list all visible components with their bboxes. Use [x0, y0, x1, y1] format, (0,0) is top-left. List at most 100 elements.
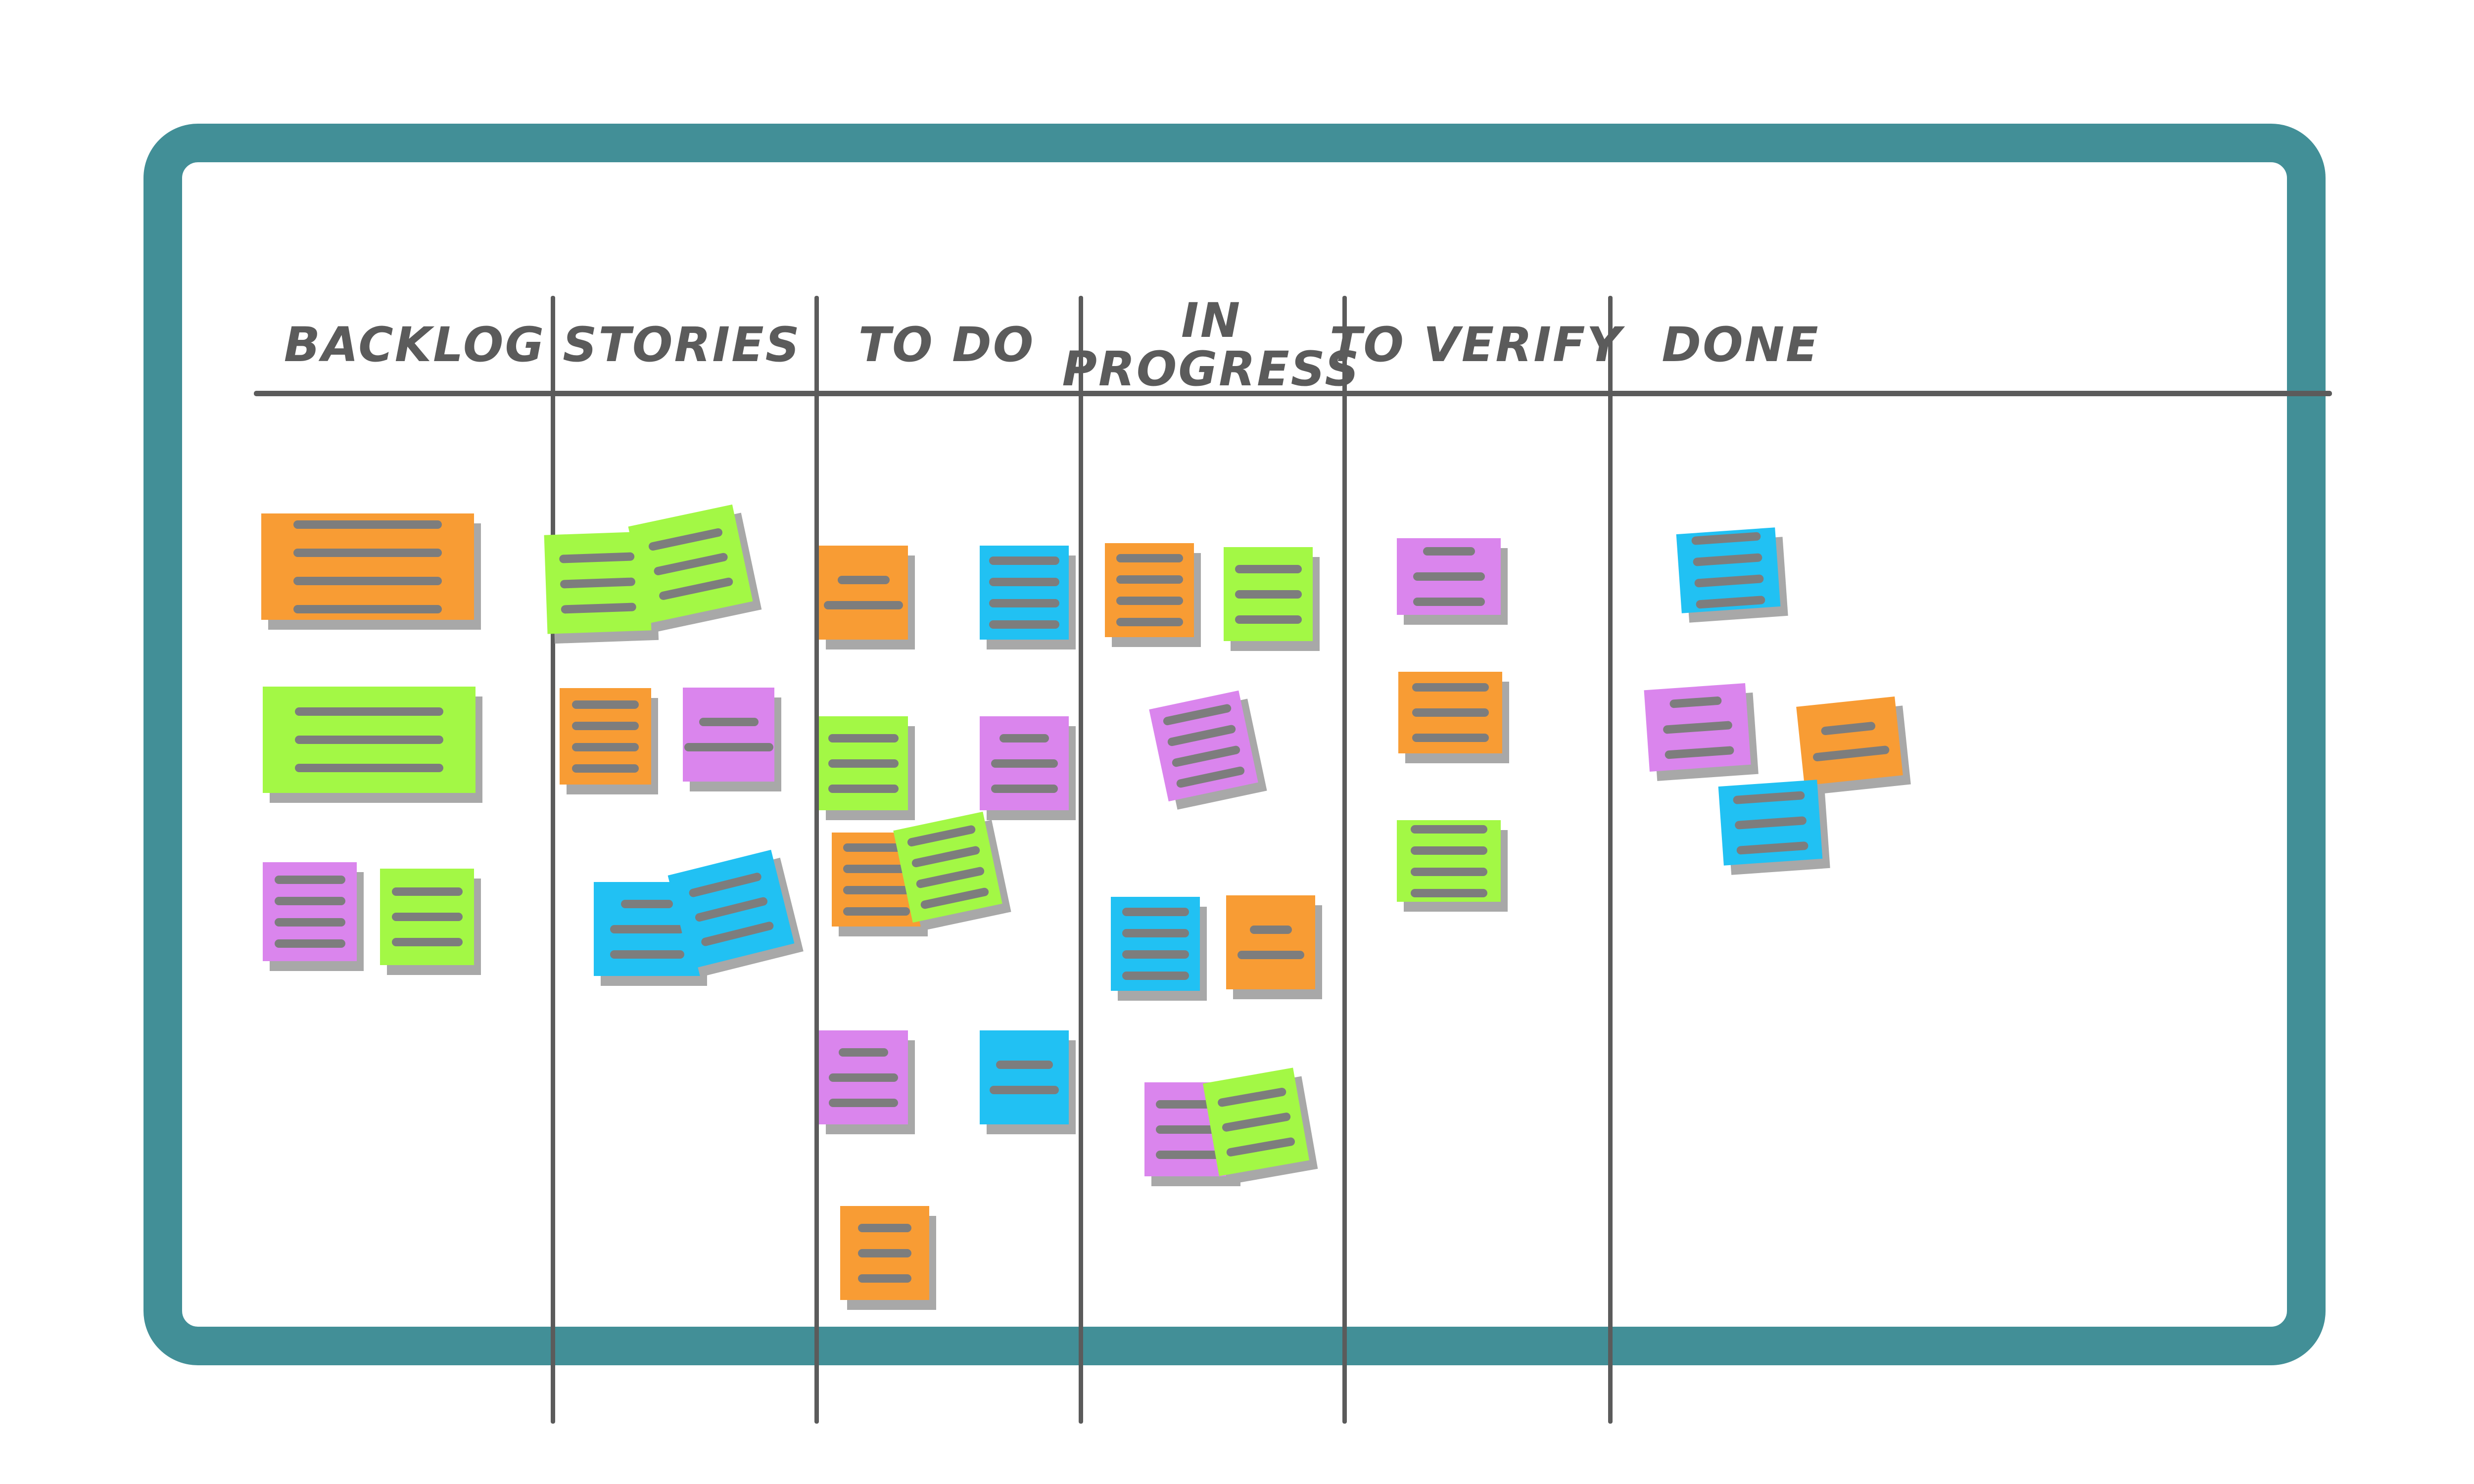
- sticky-note-text-line: [999, 734, 1049, 742]
- sticky-note-text-line: [919, 887, 990, 910]
- sticky-note[interactable]: [1105, 543, 1201, 647]
- sticky-note-text-lines: [980, 734, 1069, 793]
- sticky-note-body[interactable]: [819, 546, 908, 640]
- sticky-note-text-line: [996, 1061, 1053, 1069]
- sticky-note-text-line: [1221, 1112, 1291, 1132]
- sticky-note-body[interactable]: [560, 688, 651, 785]
- sticky-note-body[interactable]: [261, 513, 474, 620]
- sticky-note[interactable]: [1202, 1067, 1318, 1185]
- sticky-note-body[interactable]: [1105, 543, 1194, 637]
- sticky-note-text-line: [829, 1098, 898, 1107]
- sticky-note[interactable]: [819, 1030, 915, 1134]
- sticky-note[interactable]: [263, 862, 364, 971]
- sticky-note[interactable]: [1644, 683, 1759, 781]
- sticky-note-text-line: [274, 918, 345, 927]
- sticky-note[interactable]: [1111, 897, 1207, 1001]
- sticky-note-body[interactable]: [1226, 895, 1315, 989]
- column-header-done[interactable]: DONE: [1543, 321, 1939, 370]
- sticky-note-body[interactable]: [1224, 547, 1313, 641]
- sticky-note-body[interactable]: [1796, 696, 1903, 786]
- sticky-note[interactable]: [683, 688, 781, 791]
- sticky-note[interactable]: [560, 688, 658, 794]
- sticky-note-text-lines: [672, 868, 790, 951]
- sticky-note-text-line: [694, 896, 768, 923]
- sticky-note-text-line: [684, 743, 773, 751]
- sticky-note-body[interactable]: [1398, 672, 1502, 753]
- sticky-note[interactable]: [1718, 780, 1830, 875]
- sticky-note-body[interactable]: [1202, 1067, 1310, 1176]
- sticky-note[interactable]: [667, 849, 804, 977]
- sticky-note[interactable]: [980, 546, 1076, 649]
- sticky-note-text-line: [1162, 703, 1232, 726]
- sticky-note-text-lines: [1397, 825, 1501, 897]
- sticky-note-body[interactable]: [263, 687, 476, 793]
- sticky-note-text-line: [1217, 1087, 1287, 1108]
- sticky-note[interactable]: [819, 716, 915, 820]
- sticky-note-text-line: [843, 907, 910, 916]
- sticky-note[interactable]: [1398, 672, 1509, 763]
- sticky-note[interactable]: [1796, 696, 1911, 795]
- sticky-note-text-line: [1696, 595, 1765, 609]
- sticky-note[interactable]: [1226, 895, 1322, 999]
- sticky-note-text-line: [828, 734, 899, 742]
- sticky-note-text-line: [1116, 597, 1183, 605]
- sticky-note-body[interactable]: [380, 869, 474, 965]
- sticky-note-text-line: [1116, 575, 1183, 584]
- sticky-note-body[interactable]: [1644, 683, 1751, 772]
- sticky-note-text-line: [572, 742, 639, 751]
- column-divider-after-todo: [1079, 296, 1083, 1424]
- sticky-note-body[interactable]: [980, 1030, 1069, 1124]
- sticky-note[interactable]: [1149, 690, 1267, 810]
- sticky-note-body[interactable]: [980, 546, 1069, 640]
- sticky-note-body[interactable]: [1718, 780, 1823, 866]
- sticky-note-text-lines: [1645, 695, 1750, 760]
- sticky-note[interactable]: [819, 546, 915, 649]
- sticky-note[interactable]: [980, 1030, 1076, 1134]
- sticky-note-text-lines: [980, 556, 1069, 629]
- sticky-note-text-line: [858, 1249, 911, 1257]
- sticky-note-body[interactable]: [1676, 527, 1781, 613]
- sticky-note-body[interactable]: [1111, 897, 1200, 991]
- sticky-note[interactable]: [980, 716, 1076, 820]
- sticky-note-body[interactable]: [1397, 820, 1501, 902]
- sticky-note[interactable]: [261, 513, 481, 630]
- sticky-note-text-line: [610, 925, 684, 933]
- sticky-note-body[interactable]: [840, 1206, 929, 1300]
- sticky-note-text-line: [915, 866, 985, 889]
- sticky-note[interactable]: [380, 869, 481, 975]
- sticky-note-text-lines: [1719, 790, 1822, 856]
- sticky-note-text-line: [1412, 734, 1489, 742]
- sticky-note[interactable]: [893, 811, 1011, 931]
- sticky-note-text-lines: [380, 887, 474, 946]
- sticky-note-text-line: [1410, 825, 1487, 834]
- sticky-note-text-line: [824, 601, 903, 609]
- sticky-note-text-line: [1225, 1136, 1295, 1157]
- sticky-note-text-line: [293, 576, 442, 585]
- sticky-note[interactable]: [1397, 820, 1508, 912]
- sticky-note-body[interactable]: [819, 716, 908, 810]
- sticky-note-text-line: [1122, 908, 1189, 916]
- sticky-note-text-lines: [980, 1061, 1069, 1094]
- sticky-note-text-line: [610, 950, 684, 959]
- sticky-note-body[interactable]: [1397, 538, 1501, 615]
- sticky-note-text-line: [560, 577, 636, 589]
- sticky-note[interactable]: [263, 687, 482, 803]
- column-divider-after-to_verify: [1608, 296, 1613, 1424]
- sticky-note-body[interactable]: [893, 811, 1002, 923]
- sticky-note[interactable]: [1397, 538, 1508, 625]
- sticky-note-text-line: [839, 1048, 888, 1057]
- sticky-note[interactable]: [840, 1206, 936, 1310]
- sticky-note-body[interactable]: [980, 716, 1069, 810]
- sticky-note-text-lines: [819, 1048, 908, 1107]
- sticky-note-body[interactable]: [263, 862, 357, 961]
- sticky-note-body[interactable]: [683, 688, 774, 782]
- sticky-note-body[interactable]: [819, 1030, 908, 1124]
- sticky-note-body[interactable]: [1149, 690, 1258, 802]
- sticky-note[interactable]: [628, 504, 762, 632]
- sticky-note[interactable]: [1676, 527, 1788, 623]
- kanban-board-surface: BACKLOG STORIES TO DO IN PROGRESS TO VERIFY D…: [182, 162, 2332, 1424]
- kanban-board-frame: BACKLOG STORIES TO DO IN PROGRESS TO VERIFY D…: [143, 124, 2332, 1424]
- sticky-note-text-line: [572, 721, 639, 730]
- sticky-note-text-line: [295, 736, 443, 744]
- sticky-note[interactable]: [1224, 547, 1320, 651]
